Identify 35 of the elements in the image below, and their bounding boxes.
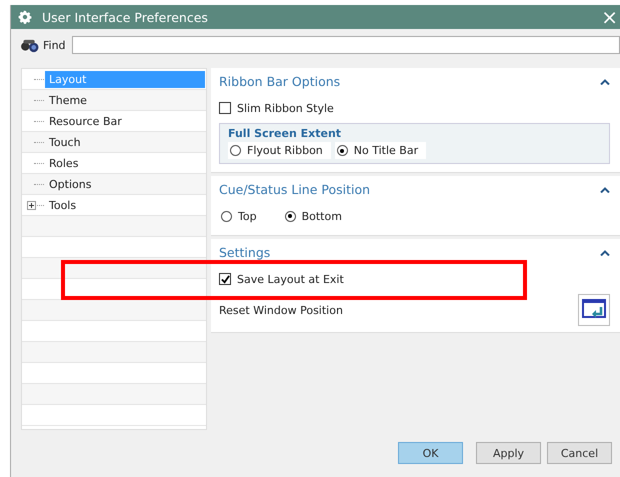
tree-item[interactable]: Touch (45, 134, 85, 150)
radio-label: Top (238, 210, 257, 222)
radio-button[interactable] (284, 210, 296, 222)
checkbox[interactable] (219, 102, 231, 114)
radio-button[interactable] (221, 210, 232, 222)
tree-item[interactable]: Resource Bar (45, 112, 126, 130)
chevron-icon[interactable] (600, 78, 610, 84)
section-title: Cue/Status Line Position (219, 182, 370, 197)
chevron-icon[interactable] (600, 250, 610, 256)
dialog-button[interactable]: Apply (476, 442, 541, 464)
radio-button[interactable] (230, 145, 241, 156)
dialog-button[interactable]: OK (398, 442, 463, 464)
checkbox-label: Slim Ribbon Style (237, 102, 334, 114)
radio-label: Bottom (302, 210, 342, 222)
reset-window-button[interactable] (578, 294, 610, 326)
radio-label: Flyout Ribbon (247, 144, 323, 157)
group-title: Full Screen Extent (228, 127, 342, 140)
tree-item[interactable]: Tools (45, 196, 80, 214)
checkbox-label: Save Layout at Exit (237, 272, 344, 286)
section-title: Settings (219, 245, 270, 260)
close-button[interactable]: × (601, 7, 620, 27)
action-label: Reset Window Position (219, 304, 343, 316)
window-title: User Interface Preferences (42, 10, 209, 24)
tree-item[interactable]: Roles (45, 154, 82, 172)
find-field[interactable] (72, 36, 620, 54)
chevron-icon[interactable] (600, 186, 610, 192)
gear-icon (18, 10, 32, 24)
binoculars-icon (19, 38, 41, 52)
section-title: Ribbon Bar Options (219, 74, 340, 89)
checkbox[interactable] (219, 273, 231, 285)
expand-icon[interactable] (27, 201, 36, 210)
dialog-button[interactable]: Cancel (547, 442, 612, 464)
radio-label: No Title Bar (354, 144, 418, 157)
find-label: Find (43, 38, 66, 52)
radio-button[interactable] (336, 145, 348, 156)
